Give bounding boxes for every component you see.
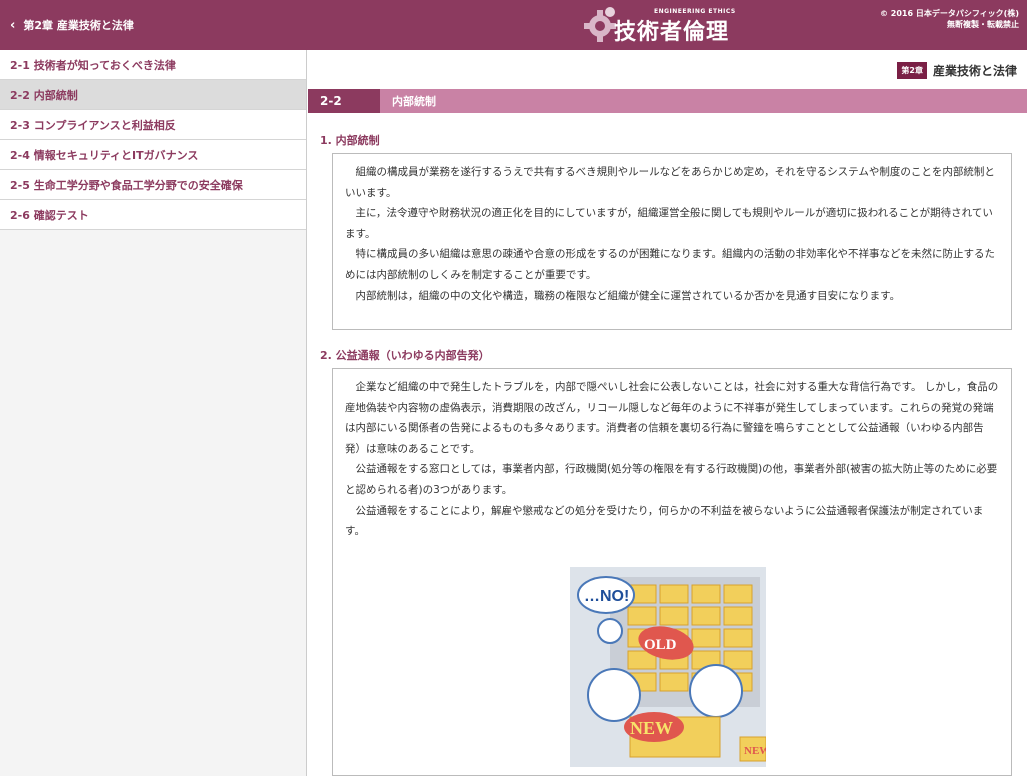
copyright-line2: 無断複製・転載禁止 [947, 20, 1019, 29]
illustration-whistleblower: …NO! OLD NEW NEW [570, 567, 766, 767]
sidebar-item-2-1[interactable]: 2-1 技術者が知っておくべき法律 [0, 50, 306, 80]
sidebar: 2-1 技術者が知っておくべき法律 2-2 内部統制 2-3 コンプライアンスと… [0, 50, 307, 776]
paragraph: 主に，法令遵守や財務状況の適正化を目的にしていますが，組織運営全般に関しても規則… [345, 207, 993, 240]
logo-title: 技術者倫理 [614, 20, 730, 45]
copyright: © 2016 日本データパシフィック(株) 無断複製・転載禁止 [880, 8, 1019, 30]
sidebar-item-2-5[interactable]: 2-5 生命工学分野や食品工学分野での安全確保 [0, 170, 306, 200]
paragraph: 特に構成員の多い組織は意思の疎通や合意の形成をするのが困難になります。組織内の活… [345, 248, 995, 281]
section-title: 内部統制 [392, 95, 436, 108]
sidebar-item-2-6[interactable]: 2-6 確認テスト [0, 200, 306, 230]
subsection-heading-1: 1. 内部統制 [320, 134, 380, 147]
paragraph: 企業など組織の中で発生したトラブルを，内部で隠ぺいし社会に公表しないことは，社会… [345, 381, 999, 455]
old-label: OLD [644, 637, 677, 653]
paragraph: 内部統制は，組織の中の文化や構造，職務の権限など組織が健全に運営されているか否か… [355, 289, 901, 302]
chapter-header: 第2章 産業技術と法律 [897, 62, 1017, 79]
new-label: NEW [630, 718, 673, 738]
box-label: NEW [744, 745, 766, 757]
section-bar: 2-2 内部統制 [308, 89, 1027, 113]
paragraph: 公益通報をする窓口としては，事業者内部，行政機関(処分等の権限を有する行政機関)… [345, 463, 998, 496]
illustration-art: …NO! OLD NEW NEW [577, 576, 766, 762]
speech-bubble-text: …NO! [584, 588, 629, 605]
back-to-chapter-link[interactable]: ‹ 第2章 産業技術と法律 [10, 0, 134, 50]
paragraph: 組織の構成員が業務を遂行するうえで共有するべき規則やルールなどをあらかじめ定め，… [345, 166, 995, 199]
main-content: 第2章 産業技術と法律 2-2 内部統制 1. 内部統制 組織の構成員が業務を遂… [308, 50, 1027, 776]
chapter-title: 産業技術と法律 [932, 64, 1017, 78]
sidebar-item-2-2[interactable]: 2-2 内部統制 [0, 80, 306, 110]
sidebar-item-2-4[interactable]: 2-4 情報セキュリティとITガバナンス [0, 140, 306, 170]
chevron-left-icon: ‹ [10, 17, 16, 33]
chapter-badge: 第2章 [897, 62, 927, 79]
paragraph: 公益通報をすることにより，解雇や懲戒などの処分を受けたり，何らかの不利益を被らな… [345, 504, 984, 538]
sidebar-item-2-3[interactable]: 2-3 コンプライアンスと利益相反 [0, 110, 306, 140]
copyright-line1: © 2016 日本データパシフィック(株) [880, 9, 1019, 18]
subsection-box-1: 組織の構成員が業務を遂行するうえで共有するべき規則やルールなどをあらかじめ定め，… [332, 153, 1012, 330]
back-label: 第2章 産業技術と法律 [23, 19, 134, 32]
logo: ENGINEERING ETHICS 技術者倫理 [580, 0, 760, 50]
subsection-heading-2: 2. 公益通報（いわゆる内部告発） [320, 349, 490, 362]
app-header: ‹ 第2章 産業技術と法律 ENGINEERING ETHICS 技術者倫理 ©… [0, 0, 1027, 50]
section-number: 2-2 [308, 89, 380, 113]
